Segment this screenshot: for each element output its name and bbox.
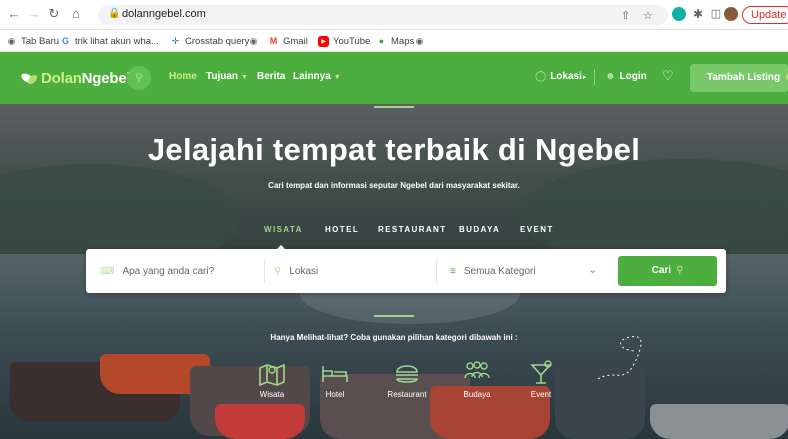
tableau-icon: ✛ (171, 35, 180, 46)
cari-button[interactable]: Cari ⚲ (618, 256, 717, 286)
site-logo[interactable]: DolanNgebel. (22, 68, 135, 88)
lokasi-button[interactable]: ◯ Lokasi▸ (535, 71, 586, 82)
header-divider (594, 69, 595, 85)
keyword-input[interactable]: Apa yang anda cari? (122, 266, 214, 277)
puzzle-icon[interactable]: ✱ (690, 6, 706, 22)
share-icon[interactable]: ⇧ (621, 9, 630, 22)
bed-icon (322, 366, 348, 382)
nav-home[interactable]: Home (169, 71, 197, 82)
search-form: ⌨ Apa yang anda cari? ⚲ Lokasi ≡ Semua K… (86, 249, 726, 293)
forward-icon[interactable]: → (26, 6, 42, 22)
bookmark-youtube[interactable]: ▶ YouTube (318, 34, 370, 48)
location-field[interactable]: ⚲ Lokasi (274, 249, 424, 293)
tab-hotel[interactable]: HOTEL (325, 225, 359, 234)
header-search-button[interactable]: ⚲ (127, 66, 151, 90)
divider (374, 315, 414, 317)
location-pin-icon: ⚲ (274, 265, 282, 277)
url-text[interactable]: dolanngebel.com (122, 8, 206, 20)
leaf-logo-icon (22, 71, 38, 85)
location-icon: ◯ (535, 71, 547, 82)
category-value: Semua Kategori (463, 265, 536, 277)
dashed-path-decoration (597, 335, 642, 380)
bookmark-maps[interactable]: ● Maps (376, 34, 414, 48)
avatar[interactable] (724, 7, 738, 21)
cocktail-icon (530, 360, 552, 384)
bookmark-crosstab[interactable]: ✛ Crosstab query (170, 34, 250, 48)
bookmarks-bar: ◉ Tab Baru G trik lihat akun wha... ✛ Cr… (0, 30, 788, 52)
category-restaurant[interactable]: Restaurant (377, 360, 437, 399)
hero-subtitle: Cari tempat dan informasi seputar Ngebel… (268, 181, 520, 190)
search-icon: ⚲ (676, 265, 684, 276)
bookmark-trik[interactable]: G trik lihat akun wha... (60, 34, 159, 48)
chevron-down-icon[interactable]: ⌄ (588, 263, 597, 276)
chevron-down-icon: ▼ (241, 74, 248, 81)
site-header: DolanNgebel. ⚲ Home Tujuan ▼ Berita Lainn… (0, 52, 788, 104)
tab-event[interactable]: EVENT (520, 225, 554, 234)
bookmark-tab-baru[interactable]: ◉ Tab Baru (6, 34, 59, 48)
extension-icon[interactable] (672, 7, 686, 21)
people-icon (464, 361, 490, 379)
login-button[interactable]: ☻ Login (605, 71, 647, 82)
location-input[interactable]: Lokasi (289, 266, 318, 277)
category-hint: Hanya Melihat-lihat? Coba gunakan piliha… (270, 333, 518, 342)
update-button[interactable]: Update (742, 6, 788, 24)
bookmark-globe[interactable]: ◉ (248, 34, 259, 48)
bookmark-globe-2[interactable]: ◉ (414, 34, 425, 48)
category-budaya[interactable]: Budaya (447, 360, 507, 399)
search-icon: ⚲ (134, 72, 144, 84)
keyboard-icon: ⌨ (100, 265, 115, 277)
list-icon: ≡ (450, 265, 456, 277)
sidepanel-icon[interactable]: ◫ (708, 6, 724, 22)
tab-wisata[interactable]: WISATA (264, 225, 303, 234)
nav-tujuan[interactable]: Tujuan ▼ (206, 71, 248, 82)
globe-icon: ◉ (7, 35, 16, 46)
bookmark-gmail[interactable]: M Gmail (268, 34, 308, 48)
tab-restaurant[interactable]: RESTAURANT (378, 225, 447, 234)
reload-icon[interactable]: ↻ (46, 6, 62, 22)
search-tabs: WISATA HOTEL RESTAURANT BUDAYA EVENT (0, 225, 788, 239)
globe-icon: ◉ (415, 35, 424, 46)
globe-icon: ◉ (249, 35, 258, 46)
caret-right-icon: ▸ (582, 74, 587, 81)
category-select[interactable]: ≡ Semua Kategori (450, 249, 580, 293)
nav-lainnya[interactable]: Lainnya ▼ (293, 71, 341, 82)
gmail-icon: M (269, 36, 278, 46)
category-wisata[interactable]: Wisata (242, 360, 302, 399)
browser-toolbar: ← → ↻ ⌂ 🔒 dolanngebel.com ⇧ ☆ ✱ ◫ Update (0, 0, 788, 30)
home-icon[interactable]: ⌂ (68, 6, 84, 22)
google-icon: G (61, 36, 69, 46)
address-bar[interactable]: 🔒 dolanngebel.com ⇧ ☆ (98, 5, 668, 25)
map-icon (259, 363, 285, 386)
youtube-icon: ▶ (318, 35, 329, 47)
category-hotel[interactable]: Hotel (305, 360, 365, 399)
lock-icon: 🔒 (108, 8, 121, 19)
user-icon: ☻ (605, 71, 616, 82)
divider (374, 106, 414, 108)
tab-budaya[interactable]: BUDAYA (459, 225, 500, 234)
back-icon[interactable]: ← (6, 6, 22, 22)
chevron-down-icon: ▼ (333, 74, 341, 81)
tambah-listing-button[interactable]: Tambah Listing⊕ (690, 64, 788, 92)
nav-berita[interactable]: Berita (257, 71, 285, 82)
category-event[interactable]: Event (511, 360, 571, 399)
hero-section: Jelajahi tempat terbaik di Ngebel Cari t… (0, 104, 788, 439)
bookmark-star-icon[interactable]: ☆ (643, 9, 653, 22)
hero-title: Jelajahi tempat terbaik di Ngebel (147, 132, 641, 167)
maps-icon: ● (378, 36, 385, 46)
burger-icon (396, 365, 418, 383)
heart-icon[interactable]: ♡ (662, 68, 674, 84)
keyword-field[interactable]: ⌨ Apa yang anda cari? (100, 249, 260, 293)
